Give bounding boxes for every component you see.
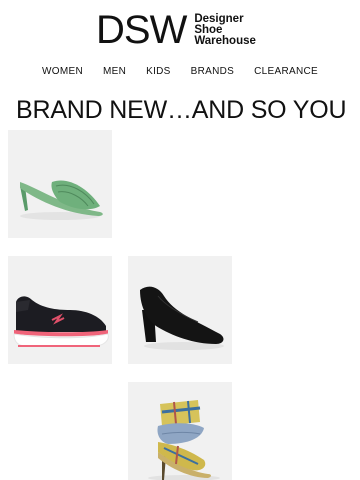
dsw-logo[interactable]: DSW Designer Shoe Warehouse	[96, 10, 256, 50]
product-tile-sandal[interactable]	[8, 130, 112, 238]
logo-line-2: Shoe	[194, 23, 223, 36]
plaid-denim-heeled-bootie-icon	[128, 382, 232, 480]
logo-line-3: Warehouse	[194, 34, 256, 47]
category-nav: WOMEN MEN KIDS BRANDS CLEARANCE	[0, 66, 360, 77]
nav-item-women[interactable]: WOMEN	[32, 66, 93, 77]
black-block-heel-pump-icon	[128, 256, 232, 364]
product-tile-sneaker[interactable]	[8, 256, 112, 364]
nav-item-kids[interactable]: KIDS	[136, 66, 181, 77]
logo-line-1: Designer	[194, 12, 244, 25]
product-tile-bootie[interactable]	[128, 382, 232, 480]
green-heeled-slide-sandal-icon	[8, 130, 112, 238]
black-running-sneaker-icon	[8, 256, 112, 364]
logo-mark: DSW	[96, 8, 187, 52]
nav-item-men[interactable]: MEN	[93, 66, 136, 77]
nav-item-clearance[interactable]: CLEARANCE	[244, 66, 328, 77]
logo-wordmark: Designer Shoe Warehouse	[194, 12, 256, 47]
nav-item-brands[interactable]: BRANDS	[181, 66, 244, 77]
product-tile-pump[interactable]	[128, 256, 232, 364]
page-headline: BRAND NEW…AND SO YOU	[16, 96, 347, 124]
